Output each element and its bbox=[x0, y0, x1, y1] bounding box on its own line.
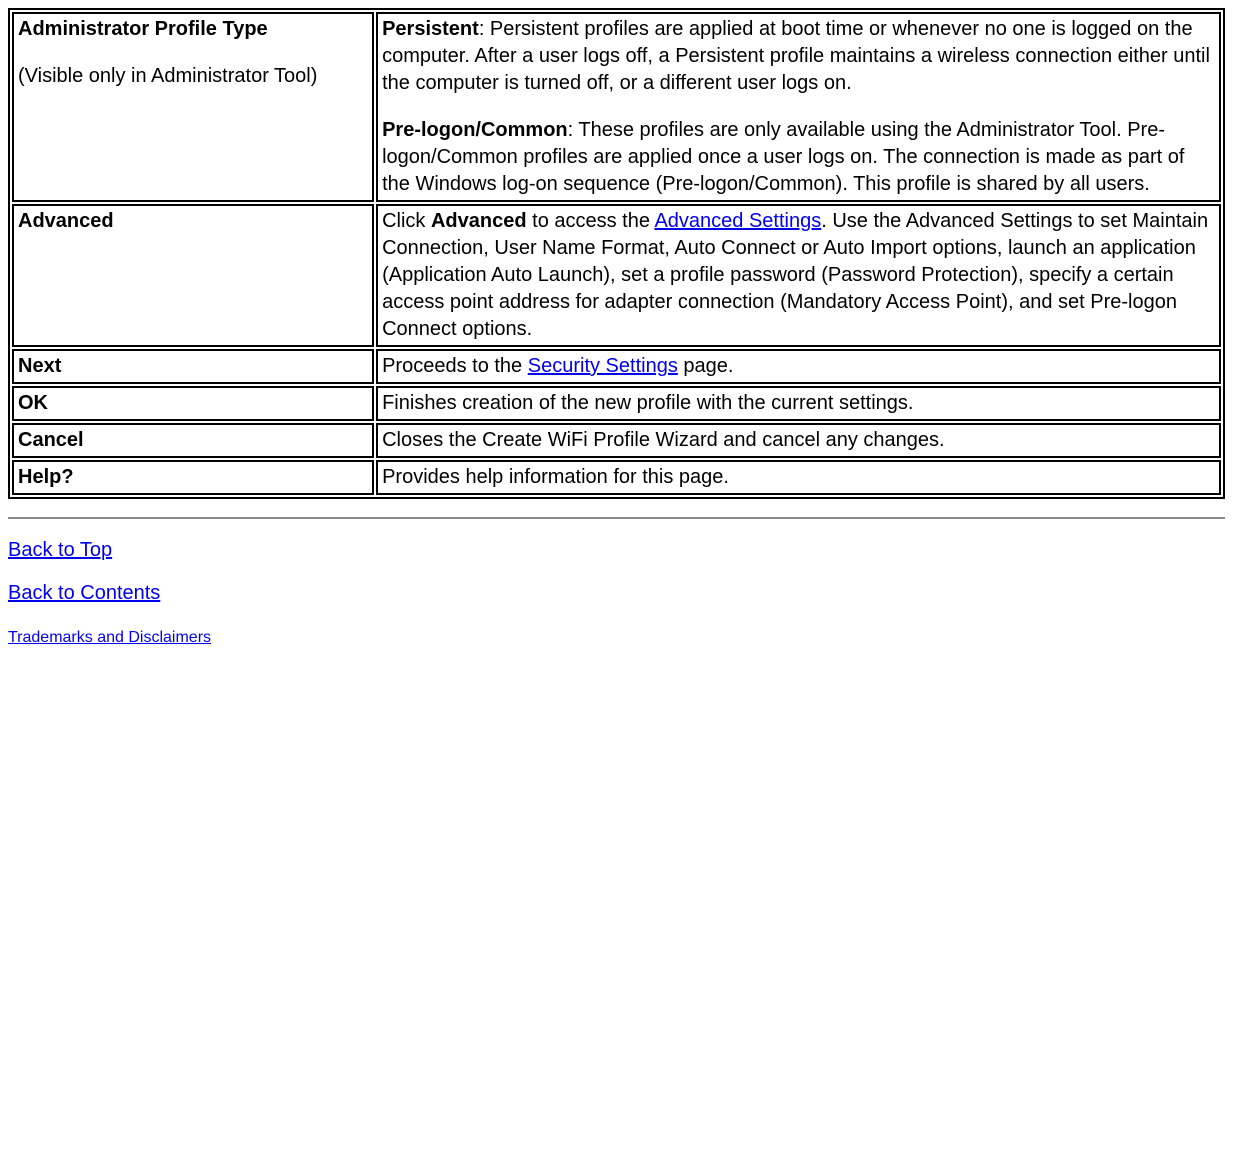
row-desc-cell: Proceeds to the Security Settings page. bbox=[376, 349, 1221, 384]
table-row: Administrator Profile Type (Visible only… bbox=[12, 12, 1221, 202]
row-label-bold: Cancel bbox=[18, 429, 84, 451]
trademarks-link[interactable]: Trademarks and Disclaimers bbox=[8, 629, 211, 646]
divider bbox=[8, 517, 1225, 519]
back-to-contents-link[interactable]: Back to Contents bbox=[8, 582, 160, 604]
row-desc-cell: Click Advanced to access the Advanced Se… bbox=[376, 204, 1221, 347]
desc-text: Provides help information for this page. bbox=[382, 466, 729, 488]
security-settings-link[interactable]: Security Settings bbox=[528, 355, 678, 377]
table-row: Help? Provides help information for this… bbox=[12, 460, 1221, 495]
desc-text: Click bbox=[382, 210, 431, 232]
row-desc-cell: Closes the Create WiFi Profile Wizard an… bbox=[376, 423, 1221, 458]
desc-bold: Advanced bbox=[431, 210, 527, 232]
row-label-bold: Next bbox=[18, 355, 61, 377]
table-row: Next Proceeds to the Security Settings p… bbox=[12, 349, 1221, 384]
settings-table: Administrator Profile Type (Visible only… bbox=[8, 8, 1225, 499]
row-label-cell: Help? bbox=[12, 460, 374, 495]
desc-text: to access the bbox=[527, 210, 655, 232]
desc-text: Finishes creation of the new profile wit… bbox=[382, 392, 913, 414]
advanced-settings-link[interactable]: Advanced Settings bbox=[654, 210, 821, 232]
table-row: OK Finishes creation of the new profile … bbox=[12, 386, 1221, 421]
desc-persistent-text: : Persistent profiles are applied at boo… bbox=[382, 18, 1210, 94]
table-row: Cancel Closes the Create WiFi Profile Wi… bbox=[12, 423, 1221, 458]
desc-text: Proceeds to the bbox=[382, 355, 528, 377]
footer-links: Back to Top Back to Contents Trademarks … bbox=[8, 539, 1225, 648]
table-row: Advanced Click Advanced to access the Ad… bbox=[12, 204, 1221, 347]
desc-text: page. bbox=[678, 355, 734, 377]
row-label-note: (Visible only in Administrator Tool) bbox=[18, 65, 317, 87]
row-desc-cell: Finishes creation of the new profile wit… bbox=[376, 386, 1221, 421]
row-label-bold: Advanced bbox=[18, 210, 114, 232]
desc-text: Closes the Create WiFi Profile Wizard an… bbox=[382, 429, 944, 451]
row-label-bold: Help? bbox=[18, 466, 74, 488]
row-label-bold: OK bbox=[18, 392, 48, 414]
row-label-cell: Next bbox=[12, 349, 374, 384]
row-label-cell: OK bbox=[12, 386, 374, 421]
row-label-cell: Cancel bbox=[12, 423, 374, 458]
row-desc-cell: Persistent: Persistent profiles are appl… bbox=[376, 12, 1221, 202]
row-label-cell: Administrator Profile Type (Visible only… bbox=[12, 12, 374, 202]
row-desc-cell: Provides help information for this page. bbox=[376, 460, 1221, 495]
row-label-bold: Administrator Profile Type bbox=[18, 18, 268, 40]
row-label-cell: Advanced bbox=[12, 204, 374, 347]
back-to-top-link[interactable]: Back to Top bbox=[8, 539, 112, 561]
desc-persistent-label: Persistent bbox=[382, 18, 479, 40]
desc-prelogon-label: Pre-logon/Common bbox=[382, 119, 568, 141]
